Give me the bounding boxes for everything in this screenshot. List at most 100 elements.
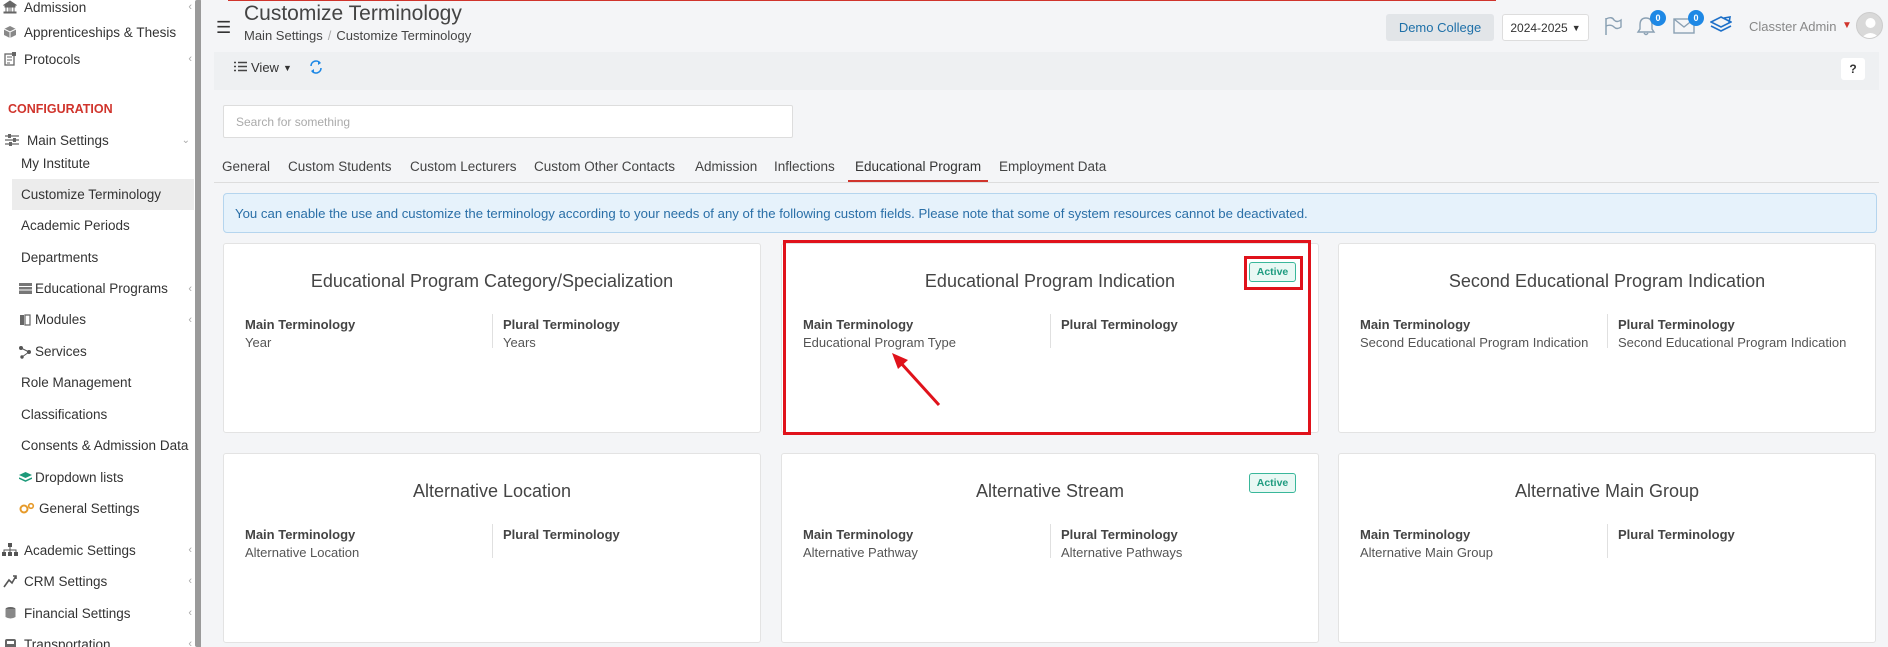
info-alert: You can enable the use and customize the…	[223, 193, 1877, 233]
column-divider	[1050, 524, 1051, 558]
column-divider	[1607, 524, 1608, 558]
plural-terminology-value: Alternative Pathways	[1061, 545, 1183, 560]
sidebar-item-customize-terminology[interactable]: Customize Terminology	[12, 179, 194, 210]
layers-icon	[18, 471, 32, 485]
tab-admission[interactable]: Admission	[695, 159, 757, 174]
sidebar-item-label: Role Management	[21, 375, 132, 390]
breadcrumb-current: Customize Terminology	[336, 28, 472, 43]
list-icon	[234, 60, 247, 75]
column-divider	[1607, 314, 1608, 348]
status-badge: Active	[1249, 262, 1296, 282]
main-terminology-label: Main Terminology	[1360, 317, 1471, 332]
terminology-card[interactable]: Alternative Stream Active Main Terminolo…	[781, 453, 1319, 643]
tab-educational-program[interactable]: Educational Program	[855, 159, 981, 174]
sidebar-item-departments[interactable]: Departments	[12, 242, 194, 273]
card-title: Alternative Stream	[975, 481, 1125, 501]
terminology-card[interactable]: Alternative Location Main Terminology Al…	[223, 453, 761, 643]
tab-employment-data[interactable]: Employment Data	[999, 159, 1106, 174]
page-title: Customize Terminology	[244, 2, 462, 25]
sidebar-item-crm-settings[interactable]: CRM Settings ‹	[0, 566, 194, 596]
card-title: Educational Program Category/Specializat…	[310, 271, 674, 291]
tab-custom-lecturers[interactable]: Custom Lecturers	[410, 159, 517, 174]
sidebar-item-academic-periods[interactable]: Academic Periods	[12, 210, 194, 241]
main-terminology-col: Main Terminology Educational Program Typ…	[803, 317, 956, 350]
terminology-card[interactable]: Alternative Main Group Main Terminology …	[1338, 453, 1876, 643]
terminology-card[interactable]: Educational Program Category/Specializat…	[223, 243, 761, 433]
main-terminology-col: Main Terminology Alternative Main Group	[1360, 527, 1493, 560]
sidebar-item-role-management[interactable]: Role Management	[12, 367, 194, 398]
caret-down-icon[interactable]: ▼	[1842, 20, 1852, 31]
column-divider	[1050, 314, 1051, 348]
view-dropdown-button[interactable]: View ▼	[234, 60, 292, 75]
main-terminology-label: Main Terminology	[803, 317, 914, 332]
sidebar-item-educational-programs[interactable]: Educational Programs ‹	[12, 273, 194, 304]
user-name[interactable]: Classter Admin	[1749, 19, 1836, 34]
search-input[interactable]	[223, 105, 793, 138]
main-terminology-value: Alternative Main Group	[1360, 545, 1493, 560]
messages-count-badge: 0	[1688, 10, 1704, 26]
sidebar-item-classifications[interactable]: Classifications	[12, 399, 194, 430]
sidebar-item-financial-settings[interactable]: Financial Settings ‹	[0, 598, 194, 628]
card-title: Alternative Location	[412, 481, 572, 501]
tab-bar: General Custom Students Custom Lecturers…	[214, 151, 1879, 183]
year-select[interactable]: 2024-2025 ▼	[1502, 14, 1589, 41]
terminology-card[interactable]: Second Educational Program Indication Ma…	[1338, 243, 1876, 433]
main-terminology-value: Alternative Location	[245, 545, 360, 560]
card-title: Alternative Main Group	[1514, 481, 1700, 501]
notifications-bell-icon[interactable]: 0	[1634, 10, 1666, 38]
sidebar-item-label: Departments	[21, 250, 99, 265]
flag-icon[interactable]	[1601, 14, 1625, 38]
main-terminology-col: Main Terminology Second Educational Prog…	[1360, 317, 1588, 350]
chevron-left-icon: ‹	[188, 607, 192, 619]
sidebar-item-label: Academic Periods	[21, 218, 130, 233]
caret-down-icon: ▼	[282, 62, 292, 73]
main-terminology-value: Second Educational Program Indication	[1360, 335, 1589, 350]
tab-custom-students[interactable]: Custom Students	[288, 159, 392, 174]
sidebar-item-dropdown-lists[interactable]: Dropdown lists	[12, 462, 194, 493]
main-terminology-label: Main Terminology	[245, 317, 356, 332]
breadcrumb-main-settings[interactable]: Main Settings	[244, 28, 323, 43]
sidebar-section-configuration: CONFIGURATION	[8, 102, 113, 116]
sidebar-item-services[interactable]: Services	[12, 336, 194, 367]
hamburger-menu-icon[interactable]: ☰	[216, 18, 231, 38]
view-label: View	[251, 60, 279, 75]
avatar[interactable]	[1856, 12, 1883, 39]
tab-general[interactable]: General	[222, 159, 270, 174]
plural-terminology-col: Plural Terminology Years	[503, 317, 620, 350]
sidebar-item-transportation[interactable]: Transportation ‹	[0, 629, 194, 647]
sidebar-item-label: Financial Settings	[24, 605, 131, 621]
notifications-count-badge: 0	[1650, 10, 1666, 26]
tab-custom-other-contacts[interactable]: Custom Other Contacts	[534, 159, 675, 174]
plural-terminology-label: Plural Terminology	[503, 527, 620, 542]
main-terminology-col: Main Terminology Alternative Location	[245, 527, 359, 560]
main-terminology-value: Alternative Pathway	[803, 545, 918, 560]
refresh-icon[interactable]	[309, 60, 323, 78]
chevron-down-icon: ⌄	[181, 134, 190, 146]
sidebar-item-protocols[interactable]: Protocols ‹	[0, 44, 194, 74]
main-terminology-col: Main Terminology Year	[245, 317, 355, 350]
sidebar-item-label: Academic Settings	[24, 542, 136, 558]
help-button[interactable]: ?	[1841, 58, 1865, 80]
terminology-card[interactable]: Educational Program Indication Active Ma…	[781, 243, 1319, 433]
sidebar-item-general-settings[interactable]: General Settings	[12, 493, 194, 524]
plural-terminology-col: Plural Terminology Alternative Pathways	[1061, 527, 1182, 560]
sidebar-item-apprenticeships[interactable]: Apprenticeships & Thesis	[0, 17, 194, 47]
sitemap-icon	[2, 542, 18, 558]
sidebar-item-academic-settings[interactable]: Academic Settings ‹	[0, 535, 194, 565]
sidebar-item-modules[interactable]: Modules ‹	[12, 304, 194, 335]
college-button[interactable]: Demo College	[1386, 14, 1494, 41]
sidebar-scrollbar[interactable]	[195, 0, 201, 647]
protocol-icon	[2, 51, 18, 67]
sidebar: Admission ‹ Apprenticeships & Thesis Pro…	[0, 0, 201, 647]
sidebar-item-label: General Settings	[39, 501, 140, 516]
sidebar-item-label: Dropdown lists	[35, 470, 124, 485]
coins-icon	[2, 605, 18, 621]
messages-envelope-icon[interactable]: 0	[1672, 10, 1704, 38]
sidebar-item-my-institute[interactable]: My Institute	[12, 148, 194, 179]
sidebar-item-label: Consents & Admission Data	[21, 438, 189, 453]
toolbar	[214, 52, 1879, 90]
sidebar-item-consents[interactable]: Consents & Admission Data	[12, 430, 194, 461]
sidebar-item-label: Modules	[35, 312, 87, 327]
tab-inflections[interactable]: Inflections	[774, 159, 835, 174]
layers-stack-icon[interactable]	[1709, 14, 1733, 38]
